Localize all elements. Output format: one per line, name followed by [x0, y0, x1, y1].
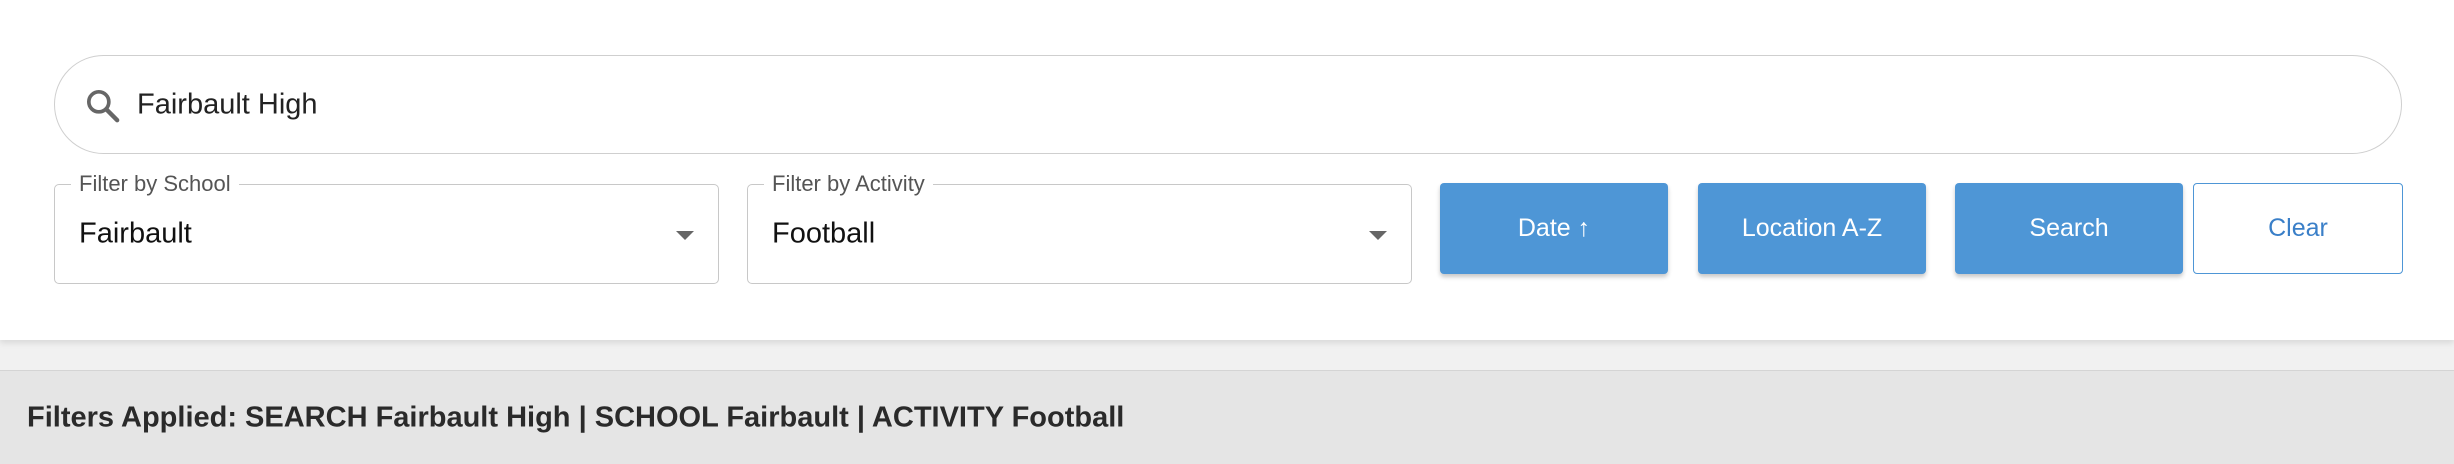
dropdown-arrow-icon[interactable] [676, 231, 694, 240]
school-filter-select[interactable]: Filter by School Fairbault [54, 171, 719, 284]
activity-filter-label: Filter by Activity [764, 171, 933, 197]
clear-button[interactable]: Clear [2193, 183, 2403, 274]
filters-applied-text: Filters Applied: SEARCH Fairbault High |… [27, 401, 1125, 433]
filter-panel: Fairbault High Filter by School Fairbaul… [0, 0, 2454, 340]
sort-location-button[interactable]: Location A-Z [1698, 183, 1926, 274]
activity-filter-value: Football [772, 217, 876, 250]
school-filter-value: Fairbault [79, 217, 192, 250]
school-filter-label: Filter by School [71, 171, 239, 197]
search-button[interactable]: Search [1955, 183, 2183, 274]
sort-date-button[interactable]: Date ↑ [1440, 183, 1668, 274]
dropdown-arrow-icon[interactable] [1369, 231, 1387, 240]
activity-filter-select[interactable]: Filter by Activity Football [747, 171, 1412, 284]
search-icon [83, 86, 123, 126]
filters-applied-bar: Filters Applied: SEARCH Fairbault High |… [0, 370, 2454, 464]
search-bar[interactable]: Fairbault High [54, 55, 2402, 154]
search-input[interactable]: Fairbault High [137, 88, 318, 121]
